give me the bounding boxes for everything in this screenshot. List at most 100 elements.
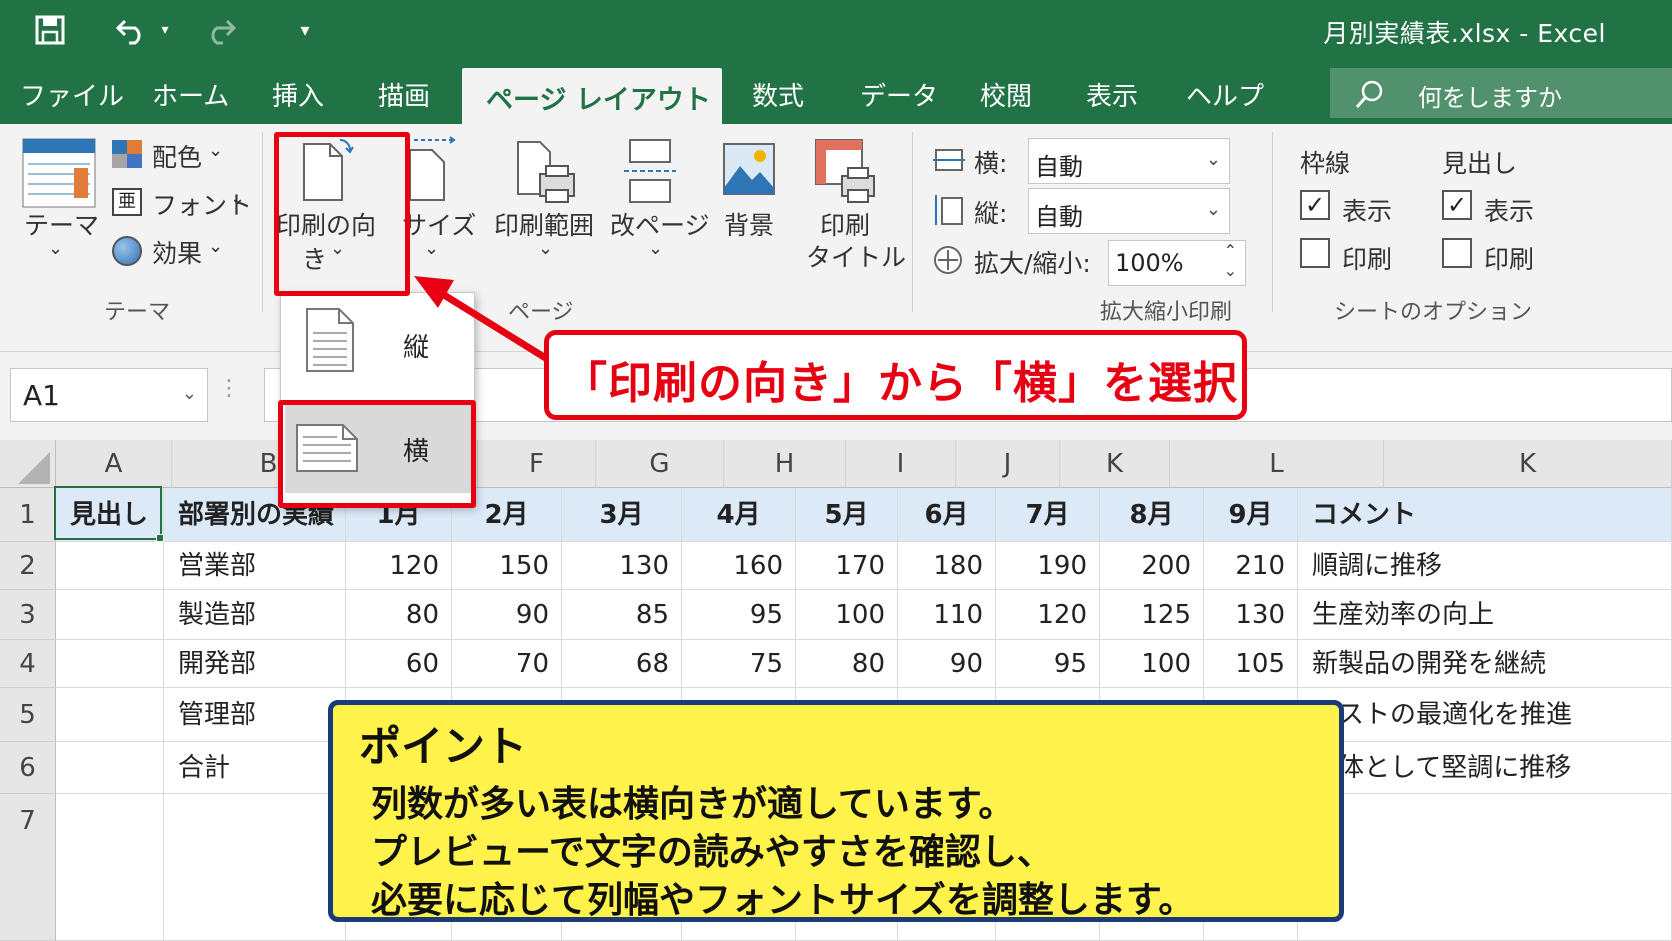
row-header[interactable]: 7	[0, 794, 56, 941]
header-cell[interactable]: 4月	[682, 488, 796, 542]
table-cell[interactable]: 85	[562, 590, 682, 640]
column-header[interactable]: K	[1060, 440, 1170, 488]
table-cell[interactable]: 110	[898, 590, 996, 640]
column-header[interactable]: I	[846, 440, 956, 488]
table-cell[interactable]: 170	[796, 542, 898, 590]
table-cell[interactable]: 190	[996, 542, 1100, 590]
customize-quick-access-icon[interactable]: ▾	[290, 10, 320, 50]
theme-icon[interactable]	[22, 138, 96, 208]
table-cell[interactable]: 全体として堅調に推移	[1298, 742, 1672, 794]
breaks-button[interactable]: 改ページ	[610, 206, 710, 242]
table-cell[interactable]: 開発部	[164, 640, 346, 688]
column-header[interactable]: L	[1170, 440, 1384, 488]
table-cell[interactable]: 新製品の開発を継続	[1298, 640, 1672, 688]
row-header[interactable]: 5	[0, 688, 56, 742]
table-cell[interactable]	[56, 794, 164, 941]
table-cell[interactable]: 90	[452, 590, 562, 640]
table-cell[interactable]: 200	[1100, 542, 1204, 590]
header-cell[interactable]: 3月	[562, 488, 682, 542]
table-cell[interactable]: 120	[996, 590, 1100, 640]
spin-up-icon[interactable]: ⌃	[1224, 241, 1237, 260]
table-cell[interactable]: 80	[796, 640, 898, 688]
search-box[interactable]: 何をしますか	[1330, 68, 1672, 118]
table-cell[interactable]: コストの最適化を推進	[1298, 688, 1672, 742]
row-header[interactable]: 6	[0, 742, 56, 794]
table-cell[interactable]: 順調に推移	[1298, 542, 1672, 590]
select-all-corner[interactable]	[0, 440, 56, 488]
tab-help[interactable]: ヘルプ	[1186, 76, 1264, 113]
table-cell[interactable]: 210	[1204, 542, 1298, 590]
height-select[interactable]: 自動 ⌄	[1028, 188, 1230, 234]
header-cell[interactable]: 6月	[898, 488, 996, 542]
table-cell[interactable]: 68	[562, 640, 682, 688]
tab-insert[interactable]: 挿入	[272, 76, 324, 113]
tab-view[interactable]: 表示	[1086, 76, 1138, 113]
name-box[interactable]: A1 ⌄	[10, 368, 208, 422]
column-header[interactable]: A	[56, 440, 172, 488]
table-cell[interactable]	[56, 742, 164, 794]
table-cell[interactable]: 150	[452, 542, 562, 590]
header-cell[interactable]: 7月	[996, 488, 1100, 542]
table-cell[interactable]: 80	[346, 590, 452, 640]
table-cell[interactable]: 75	[682, 640, 796, 688]
table-cell[interactable]: 105	[1204, 640, 1298, 688]
table-cell[interactable]: 130	[1204, 590, 1298, 640]
table-cell[interactable]	[164, 794, 346, 941]
row-header[interactable]: 2	[0, 542, 56, 590]
fill-handle[interactable]	[156, 534, 164, 542]
gridlines-view-checkbox[interactable]: ✓	[1300, 190, 1330, 220]
table-cell[interactable]: 130	[562, 542, 682, 590]
table-cell[interactable]: 95	[996, 640, 1100, 688]
print-area-button[interactable]: 印刷範囲	[494, 206, 594, 242]
table-cell[interactable]: 100	[1100, 640, 1204, 688]
table-cell[interactable]	[56, 542, 164, 590]
table-cell[interactable]: 120	[346, 542, 452, 590]
tab-home[interactable]: ホーム	[152, 76, 229, 113]
gridlines-print-checkbox[interactable]	[1300, 238, 1330, 268]
headings-print-checkbox[interactable]	[1442, 238, 1472, 268]
row-header[interactable]: 3	[0, 590, 56, 640]
table-cell[interactable]	[56, 688, 164, 742]
tab-file[interactable]: ファイル	[20, 76, 124, 113]
row-header[interactable]: 4	[0, 640, 56, 688]
scale-spinner[interactable]: 100% ⌃ ⌄	[1108, 240, 1246, 286]
tab-page-layout[interactable]: ページ レイアウト	[462, 68, 722, 124]
background-button[interactable]: 背景	[724, 206, 774, 242]
table-cell[interactable]: 90	[898, 640, 996, 688]
table-cell[interactable]: 60	[346, 640, 452, 688]
undo-dropdown-icon[interactable]: ▾	[155, 10, 175, 50]
column-header[interactable]: K	[1384, 440, 1672, 488]
tab-data[interactable]: データ	[860, 76, 938, 113]
redo-icon[interactable]	[198, 10, 242, 50]
table-cell[interactable]	[56, 640, 164, 688]
tab-draw[interactable]: 描画	[378, 76, 430, 113]
save-icon[interactable]	[30, 10, 70, 50]
table-cell[interactable]	[56, 590, 164, 640]
table-cell[interactable]: 生産効率の向上	[1298, 590, 1672, 640]
table-cell[interactable]: 70	[452, 640, 562, 688]
header-cell[interactable]: 9月	[1204, 488, 1298, 542]
table-cell[interactable]: 管理部	[164, 688, 346, 742]
undo-icon[interactable]	[110, 10, 154, 50]
header-cell[interactable]: 8月	[1100, 488, 1204, 542]
effects-button[interactable]: 効果	[152, 234, 202, 270]
colors-button[interactable]: 配色	[152, 138, 202, 174]
table-cell[interactable]: 160	[682, 542, 796, 590]
size-button[interactable]: サイズ	[402, 206, 476, 242]
column-header[interactable]: G	[596, 440, 724, 488]
table-cell[interactable]: 製造部	[164, 590, 346, 640]
width-select[interactable]: 自動 ⌄	[1028, 138, 1230, 184]
table-cell[interactable]: 180	[898, 542, 996, 590]
table-cell[interactable]: 合計	[164, 742, 346, 794]
table-cell[interactable]: 100	[796, 590, 898, 640]
table-cell[interactable]: 営業部	[164, 542, 346, 590]
tab-review[interactable]: 校閲	[980, 76, 1032, 113]
headings-view-checkbox[interactable]: ✓	[1442, 190, 1472, 220]
column-header[interactable]: H	[724, 440, 846, 488]
print-titles-button[interactable]: 印刷	[820, 206, 870, 242]
column-header[interactable]: J	[956, 440, 1060, 488]
table-cell[interactable]	[1298, 794, 1672, 941]
themes-button[interactable]: テーマ	[24, 206, 99, 242]
row-header[interactable]: 1	[0, 488, 56, 542]
table-cell[interactable]: 95	[682, 590, 796, 640]
